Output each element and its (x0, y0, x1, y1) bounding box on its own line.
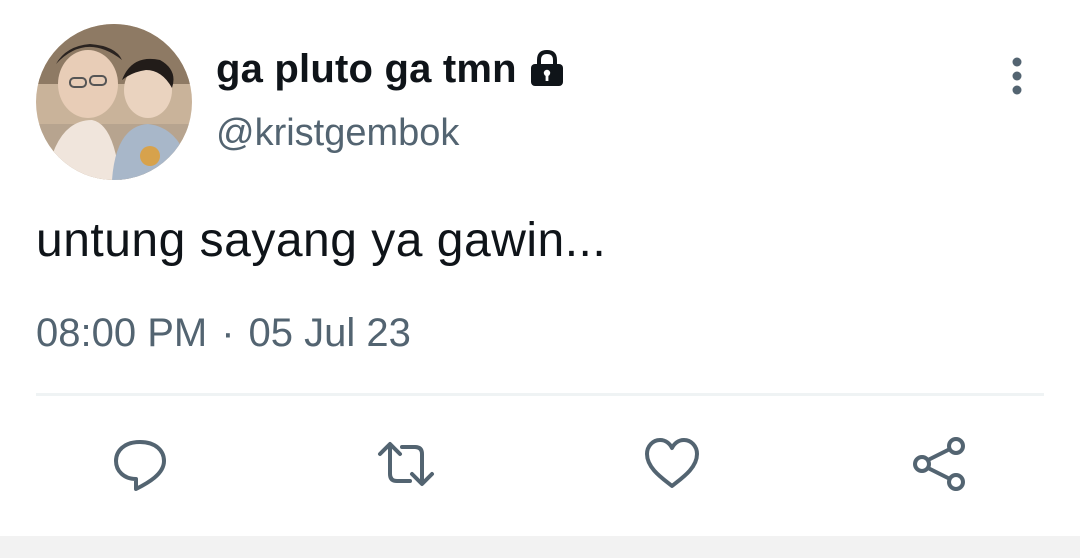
lock-icon (527, 49, 567, 89)
tweet-time: 08:00 PM (36, 311, 208, 355)
user-handle[interactable]: @kristgembok (216, 108, 459, 158)
speech-bubble-icon (114, 440, 166, 491)
divider (36, 393, 1044, 396)
display-name-row: ga pluto ga tmn (216, 44, 567, 94)
heart-icon (645, 438, 699, 488)
tweet-text: untung sayang ya gawin... (36, 214, 607, 267)
avatar-photo (36, 24, 192, 180)
avatar[interactable] (36, 24, 192, 180)
share-nodes-icon (913, 437, 965, 491)
share-button[interactable] (908, 432, 972, 496)
bottom-strip (0, 536, 1080, 558)
tweet-timestamp[interactable]: 08:00 PM · 05 Jul 23 (36, 308, 411, 358)
reply-button[interactable] (108, 432, 172, 496)
tweet-date: 05 Jul 23 (248, 311, 411, 355)
retweet-arrows-icon (378, 442, 434, 486)
retweet-button[interactable] (374, 432, 438, 496)
like-button[interactable] (640, 432, 704, 496)
meta-separator: · (221, 311, 235, 355)
vertical-ellipsis-icon[interactable] (1000, 54, 1034, 98)
display-name[interactable]: ga pluto ga tmn (216, 44, 517, 94)
